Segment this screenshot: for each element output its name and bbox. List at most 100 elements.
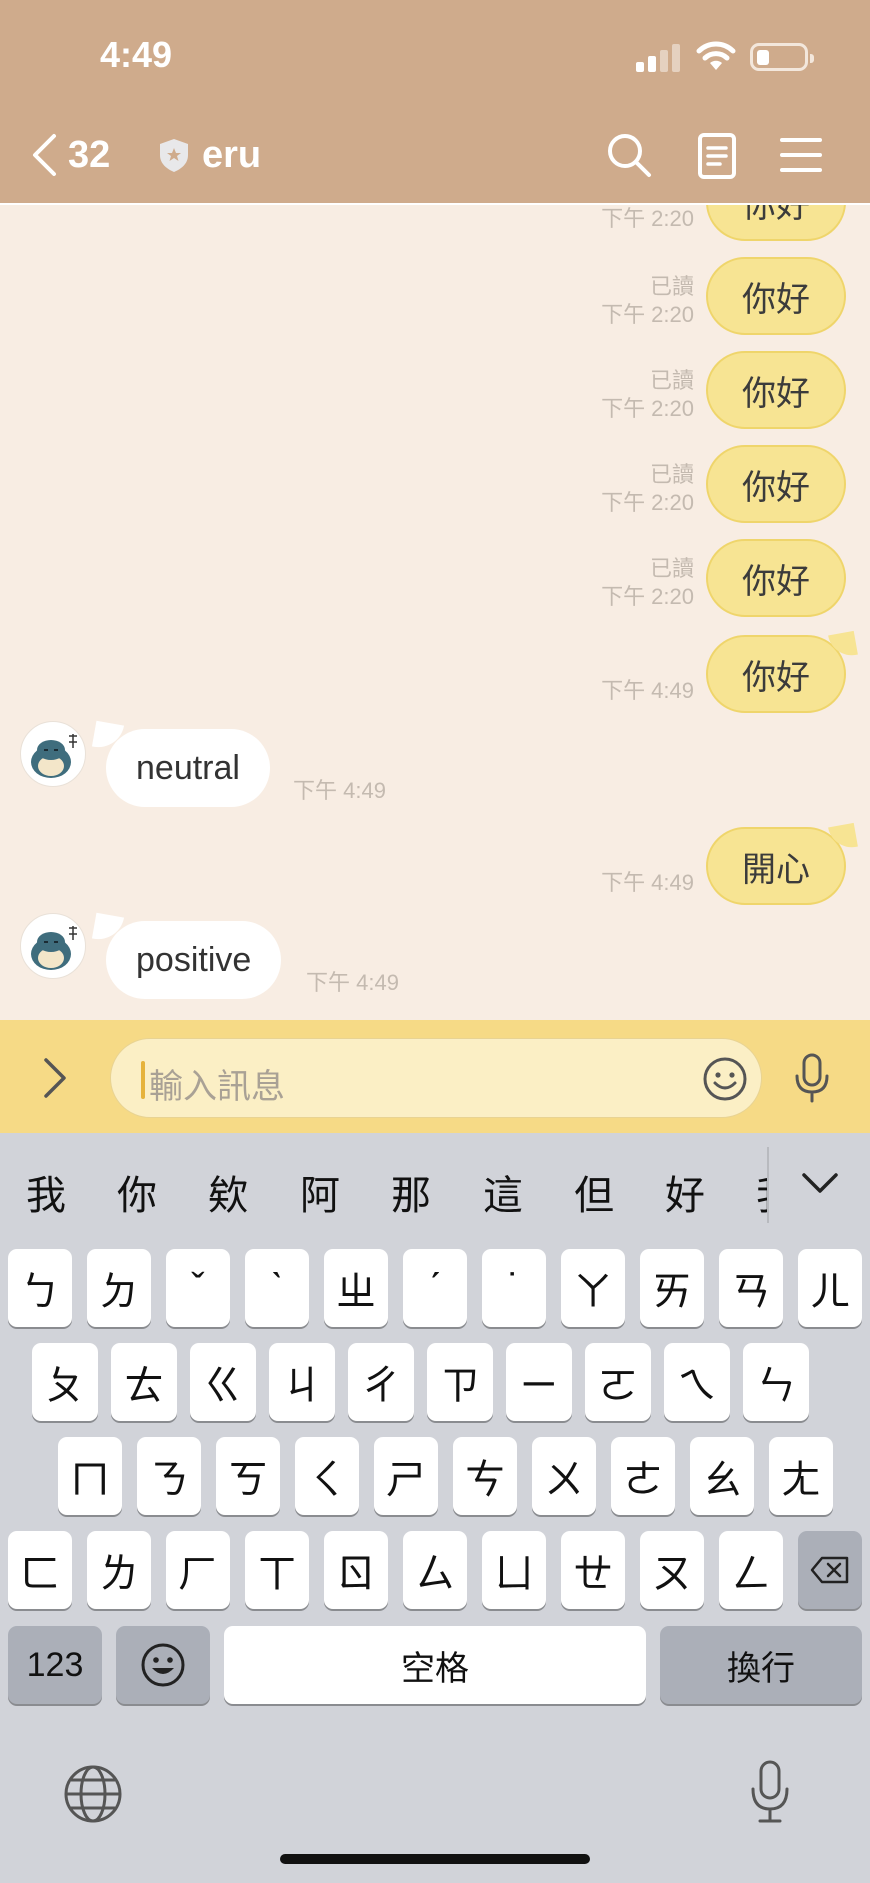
key-p[interactable]: ㄆ xyxy=(32,1343,98,1421)
backspace-key[interactable] xyxy=(798,1531,862,1609)
numbers-key[interactable]: 123 xyxy=(8,1626,102,1704)
key-ou[interactable]: ㄡ xyxy=(640,1531,704,1609)
return-key[interactable]: 換行 xyxy=(660,1626,862,1704)
chat-area[interactable]: 下午 2:20 你好 已讀 下午 2:20 你好 已讀 下午 2:20 你好 已… xyxy=(0,203,870,1020)
message-time: 下午 4:49 xyxy=(306,970,399,995)
key-n[interactable]: ㄋ xyxy=(137,1437,201,1515)
key-z[interactable]: ㄗ xyxy=(427,1343,493,1421)
message-time: 下午 2:20 xyxy=(601,302,694,327)
key-l[interactable]: ㄌ xyxy=(87,1531,151,1609)
key-b[interactable]: ㄅ xyxy=(8,1249,72,1327)
chat-header: 4:49 32 eru xyxy=(0,0,870,203)
read-receipt: 已讀 xyxy=(649,368,694,393)
key-tone2[interactable]: ˊ xyxy=(403,1249,467,1327)
expand-chevron-icon[interactable] xyxy=(40,1056,70,1100)
key-e[interactable]: ㄜ xyxy=(611,1437,675,1515)
globe-icon[interactable] xyxy=(62,1763,124,1825)
message-meta: 下午 4:49 xyxy=(601,677,694,705)
emoji-key[interactable] xyxy=(116,1626,210,1704)
my-message-bubble[interactable]: 你好 xyxy=(706,635,846,713)
my-message-bubble[interactable]: 你好 xyxy=(706,257,846,335)
microphone-icon[interactable] xyxy=(790,1052,834,1104)
key-c[interactable]: ㄘ xyxy=(453,1437,517,1515)
key-o[interactable]: ㄛ xyxy=(585,1343,651,1421)
key-a[interactable]: ㄚ xyxy=(561,1249,625,1327)
text-caret xyxy=(141,1061,145,1099)
my-message-bubble[interactable]: 你好 xyxy=(706,539,846,617)
key-tone5[interactable]: ˙ xyxy=(482,1249,546,1327)
search-icon[interactable] xyxy=(604,130,654,180)
message-input[interactable]: 輸入訊息 xyxy=(110,1038,762,1118)
key-h[interactable]: ㄏ xyxy=(166,1531,230,1609)
bot-message-bubble[interactable]: neutral xyxy=(106,729,270,807)
key-en[interactable]: ㄣ xyxy=(743,1343,809,1421)
key-tone3[interactable]: ˇ xyxy=(166,1249,230,1327)
status-time: 4:49 xyxy=(100,34,173,75)
candidate-word[interactable]: 欸 xyxy=(208,1163,248,1221)
key-eh[interactable]: ㄝ xyxy=(561,1531,625,1609)
menu-icon[interactable] xyxy=(776,130,826,180)
message-meta: 下午 2:20 xyxy=(601,205,694,233)
candidate-word[interactable]: 這 xyxy=(483,1163,523,1221)
candidate-word[interactable]: 我 xyxy=(26,1163,66,1221)
input-bar: 輸入訊息 xyxy=(0,1020,870,1133)
message-time: 下午 4:49 xyxy=(293,778,386,803)
key-x[interactable]: ㄒ xyxy=(245,1531,309,1609)
candidate-word[interactable]: 但 xyxy=(574,1163,614,1221)
notes-icon[interactable] xyxy=(692,130,742,180)
bot-avatar[interactable] xyxy=(20,913,86,979)
key-u[interactable]: ㄨ xyxy=(532,1437,596,1515)
key-yu[interactable]: ㄩ xyxy=(482,1531,546,1609)
message-meta: 下午 4:49 xyxy=(601,869,694,897)
my-message-bubble[interactable]: 你好 xyxy=(706,205,846,241)
my-message-bubble[interactable]: 你好 xyxy=(706,351,846,429)
space-key[interactable]: 空格 xyxy=(224,1626,646,1704)
candidate-word[interactable]: 那 xyxy=(391,1163,431,1221)
backspace-icon xyxy=(810,1556,849,1584)
message-time: 下午 4:49 xyxy=(601,678,694,703)
emoji-icon[interactable] xyxy=(701,1055,749,1103)
read-receipt: 已讀 xyxy=(649,462,694,487)
my-message-bubble[interactable]: 你好 xyxy=(706,445,846,523)
read-receipt: 已讀 xyxy=(649,274,694,299)
key-an[interactable]: ㄢ xyxy=(719,1249,783,1327)
key-ai[interactable]: ㄞ xyxy=(640,1249,704,1327)
back-button[interactable]: 32 xyxy=(30,130,130,180)
key-er[interactable]: ㄦ xyxy=(798,1249,862,1327)
key-t[interactable]: ㄊ xyxy=(111,1343,177,1421)
key-m[interactable]: ㄇ xyxy=(58,1437,122,1515)
key-eng[interactable]: ㄥ xyxy=(719,1531,783,1609)
key-sh[interactable]: ㄕ xyxy=(374,1437,438,1515)
key-tone4[interactable]: ˋ xyxy=(245,1249,309,1327)
key-r[interactable]: ㄖ xyxy=(324,1531,388,1609)
dictation-mic-icon[interactable] xyxy=(748,1759,792,1825)
bot-message-bubble[interactable]: positive xyxy=(106,921,282,999)
key-ch[interactable]: ㄔ xyxy=(348,1343,414,1421)
chevron-down-icon[interactable] xyxy=(800,1171,840,1197)
candidate-word[interactable]: 好 xyxy=(665,1163,705,1221)
message-time: 下午 2:20 xyxy=(601,206,694,231)
message-input-placeholder: 輸入訊息 xyxy=(149,1068,285,1106)
home-indicator xyxy=(280,1854,590,1864)
key-i[interactable]: ㄧ xyxy=(506,1343,572,1421)
key-d[interactable]: ㄉ xyxy=(87,1249,151,1327)
key-s[interactable]: ㄙ xyxy=(403,1531,467,1609)
unread-count: 32 xyxy=(68,133,111,176)
snorlax-avatar-image xyxy=(31,926,77,970)
key-zh[interactable]: ㄓ xyxy=(324,1249,388,1327)
candidate-word[interactable]: 我 xyxy=(756,1163,767,1221)
key-k[interactable]: ㄎ xyxy=(216,1437,280,1515)
my-message-bubble[interactable]: 開心 xyxy=(706,827,846,905)
candidate-word[interactable]: 阿 xyxy=(300,1163,340,1221)
key-q[interactable]: ㄑ xyxy=(295,1437,359,1515)
key-j[interactable]: ㄐ xyxy=(269,1343,335,1421)
key-ang[interactable]: ㄤ xyxy=(769,1437,833,1515)
key-ao[interactable]: ㄠ xyxy=(690,1437,754,1515)
chat-title-area[interactable]: eru xyxy=(158,130,261,180)
key-ei[interactable]: ㄟ xyxy=(664,1343,730,1421)
key-f[interactable]: ㄈ xyxy=(8,1531,72,1609)
message-meta: 已讀 下午 2:20 xyxy=(601,367,694,423)
key-g[interactable]: ㄍ xyxy=(190,1343,256,1421)
candidate-word[interactable]: 你 xyxy=(117,1163,157,1221)
bot-avatar[interactable] xyxy=(20,721,86,787)
